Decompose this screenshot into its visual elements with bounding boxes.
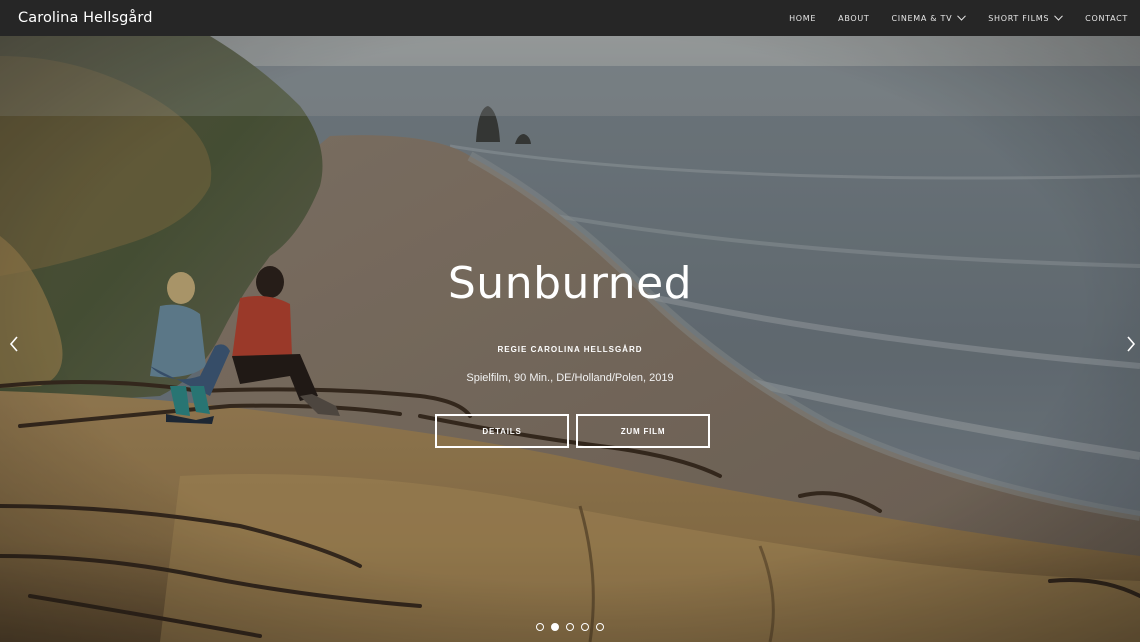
hero-slider: Sunburned REGIE CAROLINA HELLSGÅRD Spiel… [0,36,1140,642]
nav-item-about[interactable]: ABOUT [838,14,869,23]
arrow-right-icon[interactable] [1125,334,1137,354]
arrow-left-icon[interactable] [8,334,20,354]
slider-dot[interactable] [551,623,559,631]
zum-film-button[interactable]: ZUM FILM [576,414,710,448]
nav-item-label: ABOUT [838,13,870,23]
nav-item-label: CINEMA & TV [891,13,953,23]
hero-overlay [0,36,1140,642]
nav-item-short-films[interactable]: SHORT FILMS [988,13,1064,23]
slider-dot[interactable] [596,623,604,631]
slide-director: REGIE CAROLINA HELLSGÅRD [497,345,643,354]
nav-item-label: HOME [789,13,817,23]
nav-item-home[interactable]: HOME [789,14,816,23]
details-button[interactable]: DETAILS [435,414,569,448]
top-navbar: Carolina Hellsgård HOME ABOUT CINEMA & T… [0,0,1140,36]
chevron-down-icon [1054,15,1064,21]
nav-item-label: CONTACT [1085,13,1128,23]
nav-item-contact[interactable]: CONTACT [1085,14,1128,23]
slider-dot[interactable] [536,623,544,631]
nav-item-cinema-tv[interactable]: CINEMA & TV [892,14,967,23]
slide-title: Sunburned [447,258,693,309]
slider-pagination [0,623,1140,631]
slider-dot[interactable] [581,623,589,631]
slide-meta: Spielfilm, 90 Min., DE/Holland/Polen, 20… [466,372,674,384]
nav-item-label: SHORT FILMS [988,13,1050,23]
site-logo[interactable]: Carolina Hellsgård [18,10,153,26]
slider-dot[interactable] [566,623,574,631]
chevron-down-icon [957,15,967,21]
main-nav: HOME ABOUT CINEMA & TV SHORT FILMS CONTA… [767,14,1128,23]
